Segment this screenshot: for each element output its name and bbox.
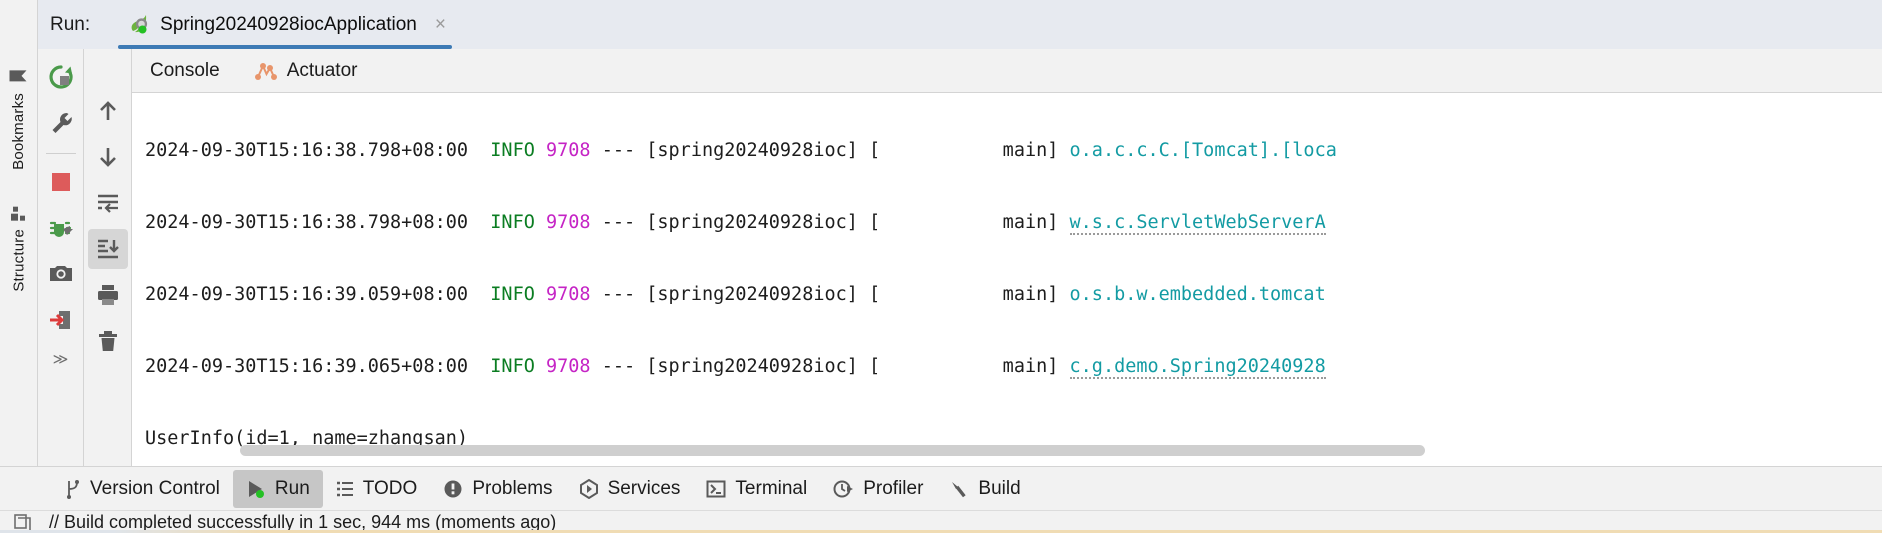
log-logger[interactable]: c.g.demo.Spring20240928: [1069, 356, 1326, 379]
log-app: [spring20240928ioc]: [646, 140, 858, 161]
tab-console[interactable]: Console: [146, 60, 224, 82]
log-separator: ---: [601, 212, 636, 233]
run-header: Run: Spring20240928iocApplication ×: [38, 0, 1882, 49]
terminal-icon: [706, 479, 726, 499]
scroll-to-end-icon[interactable]: [87, 229, 128, 269]
bookmark-icon: [9, 68, 29, 85]
profiler-icon: [833, 479, 854, 499]
log-logger[interactable]: o.s.b.w.embedded.tomcat: [1070, 284, 1326, 305]
log-logger[interactable]: o.a.c.c.C.[Tomcat].[loca: [1070, 140, 1337, 161]
log-thread: [ main]: [869, 212, 1059, 233]
log-separator: ---: [601, 284, 636, 305]
stripe-item-structure[interactable]: Structure: [10, 200, 28, 296]
log-timestamp: 2024-09-30T15:16:39.059+08:00: [145, 284, 469, 305]
console-line: 2024-09-30T15:16:39.065+08:00 INFO 9708 …: [145, 349, 1882, 385]
tool-window-label: Terminal: [735, 477, 808, 499]
trash-icon[interactable]: [88, 321, 128, 361]
close-icon[interactable]: ×: [426, 14, 446, 36]
stripe-label-structure: Structure: [10, 228, 27, 292]
console-horizontal-scrollbar[interactable]: [240, 445, 1425, 456]
log-thread: [ main]: [869, 140, 1059, 161]
debug-icon[interactable]: [41, 208, 81, 248]
tool-window-label: TODO: [362, 477, 418, 499]
log-pid: 9708: [546, 140, 591, 161]
run-title: Run:: [50, 13, 91, 35]
stop-button[interactable]: [41, 162, 81, 202]
log-app: [spring20240928ioc]: [646, 212, 858, 233]
tab-actuator-label: Actuator: [286, 59, 358, 81]
soft-wrap-icon[interactable]: [88, 183, 128, 223]
arrow-down-icon[interactable]: [88, 137, 128, 177]
tool-window-run[interactable]: Run: [232, 469, 323, 508]
tool-window-profiler[interactable]: Profiler: [820, 470, 936, 508]
tool-window-services[interactable]: Services: [566, 470, 694, 508]
actuator-icon: [254, 61, 278, 81]
log-pid: 9708: [546, 356, 591, 377]
console-line: 2024-09-30T15:16:38.798+08:00 INFO 9708 …: [145, 133, 1882, 169]
tool-window-label: Version Control: [90, 477, 220, 499]
log-timestamp: 2024-09-30T15:16:38.798+08:00: [145, 140, 469, 161]
rerun-button[interactable]: [41, 57, 81, 97]
camera-icon[interactable]: [41, 254, 81, 294]
stripe-item-bookmarks[interactable]: Bookmarks: [9, 62, 29, 174]
console-line: 2024-09-30T15:16:38.798+08:00 INFO 9708 …: [145, 205, 1882, 241]
left-tool-window-stripe: Bookmarks Structure: [0, 0, 38, 466]
log-app: [spring20240928ioc]: [646, 284, 858, 305]
run-tool-window: Run: Spring20240928iocApplication × ≫ Co…: [38, 0, 1882, 466]
build-icon: [949, 479, 969, 499]
console-lines: 2024-09-30T15:16:38.798+08:00 INFO 9708 …: [132, 93, 1882, 466]
problems-icon: [443, 479, 463, 499]
log-level: INFO: [490, 284, 535, 305]
console-line: 2024-09-30T15:16:39.059+08:00 INFO 9708 …: [145, 277, 1882, 313]
run-icon: [246, 479, 266, 499]
toolbar-divider: [45, 153, 76, 154]
ide-window: Bookmarks Structure Run: Spring20240928i…: [0, 0, 1882, 533]
log-pid: 9708: [546, 212, 591, 233]
console-output[interactable]: 2024-09-30T15:16:38.798+08:00 INFO 9708 …: [132, 93, 1882, 466]
tool-window-label: Problems: [472, 477, 553, 499]
log-timestamp: 2024-09-30T15:16:39.065+08:00: [145, 356, 469, 377]
services-icon: [579, 478, 599, 499]
log-timestamp: 2024-09-30T15:16:38.798+08:00: [145, 212, 469, 233]
wrench-icon[interactable]: [41, 103, 81, 143]
log-level: INFO: [490, 356, 535, 377]
tool-window-problems[interactable]: Problems: [430, 470, 565, 508]
tab-actuator[interactable]: Actuator: [250, 60, 362, 82]
tool-window-label: Profiler: [863, 477, 924, 499]
tool-window-label: Run: [274, 477, 310, 499]
tab-console-label: Console: [150, 59, 220, 81]
stripe-label-bookmarks: Bookmarks: [10, 93, 27, 170]
branch-icon: [65, 479, 81, 499]
tool-window-build[interactable]: Build: [936, 470, 1033, 508]
tool-window-terminal[interactable]: Terminal: [693, 470, 820, 508]
log-app: [spring20240928ioc]: [646, 356, 858, 377]
spring-boot-icon: [126, 12, 151, 37]
log-separator: ---: [601, 356, 636, 377]
structure-icon: [10, 204, 28, 222]
tool-window-version-control[interactable]: Version Control: [52, 470, 233, 508]
run-actions-secondary: [84, 49, 132, 466]
log-thread: [ main]: [869, 284, 1059, 305]
log-level: INFO: [490, 212, 535, 233]
todo-icon: [336, 480, 354, 498]
run-configuration-name: Spring20240928iocApplication: [160, 13, 417, 35]
more-actions-button[interactable]: ≫: [53, 350, 69, 368]
log-pid: 9708: [546, 284, 591, 305]
console-icon[interactable]: [14, 513, 31, 531]
tool-window-label: Build: [978, 477, 1021, 499]
log-level: INFO: [490, 140, 535, 161]
log-thread: [ main]: [869, 356, 1059, 377]
bottom-tool-window-bar: Version Control Run TODO Problems Servic…: [0, 466, 1882, 510]
arrow-up-icon[interactable]: [88, 91, 128, 131]
tool-window-label: Services: [607, 477, 681, 499]
run-actions-primary: ≫: [38, 49, 84, 466]
log-separator: ---: [601, 140, 636, 161]
log-logger[interactable]: w.s.c.ServletWebServerA: [1069, 212, 1326, 235]
tool-window-todo[interactable]: TODO: [323, 470, 431, 508]
console-tab-bar: Console Actuator: [132, 49, 1882, 93]
run-configuration-tab[interactable]: Spring20240928iocApplication ×: [114, 0, 456, 49]
export-icon[interactable]: [41, 300, 81, 340]
print-icon[interactable]: [88, 275, 128, 315]
